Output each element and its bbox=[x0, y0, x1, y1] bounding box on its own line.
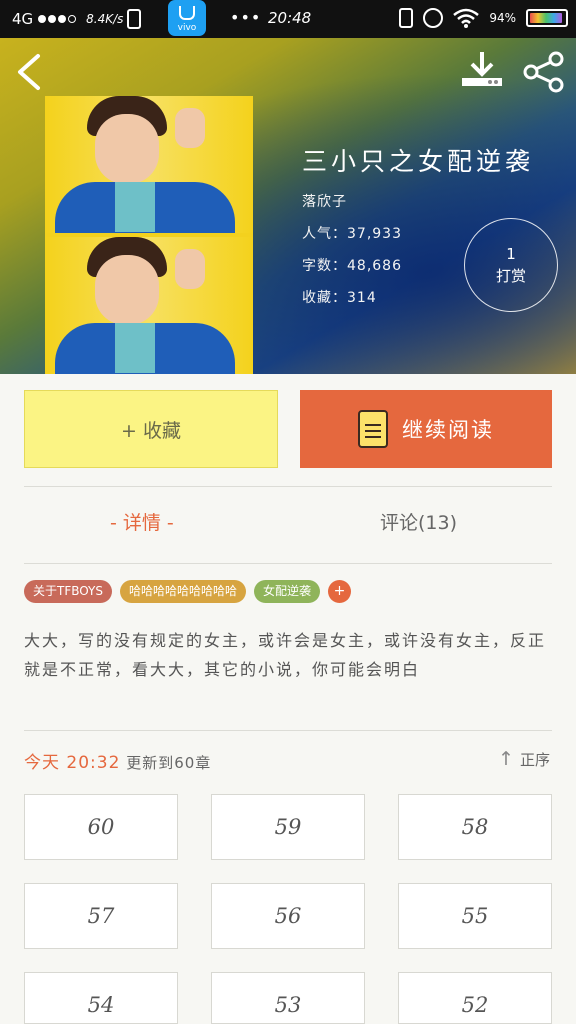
clock: 20:48 bbox=[268, 9, 312, 27]
divider bbox=[24, 486, 552, 487]
tab-comments[interactable]: 评论(13) bbox=[380, 508, 457, 540]
chapter-button[interactable]: 57 bbox=[24, 883, 178, 949]
book-description: 大大，写的没有规定的女主，或许会是女主，或许没有女主，反正就是不正常，看大大，其… bbox=[24, 631, 547, 679]
update-info: 今天 20:32 更新到60章 bbox=[24, 748, 211, 773]
charging-icon bbox=[399, 8, 414, 28]
reward-label: 打赏 bbox=[495, 267, 526, 285]
chevron-left-icon bbox=[18, 54, 40, 90]
chapter-button[interactable]: 58 bbox=[398, 794, 552, 860]
tag-item[interactable]: 女配逆袭 bbox=[254, 580, 321, 603]
tag-item[interactable]: 关于TFBOYS bbox=[24, 580, 112, 603]
sort-label: 正序 bbox=[519, 750, 550, 769]
update-time: 今天 20:32 bbox=[24, 753, 121, 773]
favorites-row: 收藏：314 bbox=[302, 290, 377, 306]
book-title: 三小只之女配逆袭 bbox=[302, 147, 535, 176]
chapter-button[interactable]: 56 bbox=[211, 883, 365, 949]
chapter-button[interactable]: 55 bbox=[398, 883, 552, 949]
download-icon bbox=[462, 52, 502, 86]
battery-icon bbox=[526, 9, 568, 27]
update-text: 更新到60章 bbox=[126, 754, 212, 772]
reward-count: 1 bbox=[506, 245, 516, 263]
continue-reading-button[interactable]: 继续阅读 bbox=[300, 390, 552, 468]
book-header: 三小只之女配逆袭 落欣子 人气：37,933 字数：48,686 收藏：314 … bbox=[0, 38, 576, 374]
status-right: 94% bbox=[399, 8, 568, 28]
continue-reading-label: 继续阅读 bbox=[402, 418, 494, 442]
popularity-row: 人气：37,933 bbox=[302, 226, 402, 242]
chapter-button[interactable]: 60 bbox=[24, 794, 178, 860]
chapter-button[interactable]: 59 bbox=[211, 794, 365, 860]
share-button[interactable] bbox=[522, 50, 566, 94]
alarm-icon bbox=[423, 8, 444, 28]
book-meta: 落欣子 人气：37,933 字数：48,686 收藏：314 bbox=[302, 186, 402, 314]
reward-button[interactable]: 1 打赏 bbox=[464, 218, 558, 312]
more-notifications-icon: ••• bbox=[230, 8, 262, 27]
book-cover-image bbox=[45, 96, 253, 374]
notification-icon bbox=[127, 9, 142, 29]
add-tag-button[interactable]: + bbox=[328, 580, 352, 603]
book-icon bbox=[358, 410, 388, 448]
divider bbox=[24, 563, 552, 564]
wifi-icon bbox=[453, 8, 480, 28]
tab-details[interactable]: - 详情 - bbox=[110, 508, 174, 540]
favorites-button-label: + 收藏 bbox=[121, 419, 181, 442]
word-count-row: 字数：48,686 bbox=[302, 258, 402, 274]
divider bbox=[24, 730, 552, 731]
chapter-button[interactable]: 54 bbox=[24, 972, 178, 1024]
share-icon bbox=[523, 51, 564, 93]
tag-item[interactable]: 哈哈哈哈哈哈哈哈哈 bbox=[120, 580, 247, 603]
status-bar: 4G 8.4K/s vivo ••• 20:48 94% bbox=[0, 0, 576, 38]
add-to-favorites-button[interactable]: + 收藏 bbox=[24, 390, 278, 468]
status-left: 4G 8.4K/s bbox=[12, 9, 142, 29]
tag-list: 关于TFBOYS 哈哈哈哈哈哈哈哈哈 女配逆袭 + bbox=[24, 580, 352, 603]
chapter-button[interactable]: 53 bbox=[211, 972, 365, 1024]
signal-icon bbox=[38, 15, 77, 23]
battery-percent: 94% bbox=[489, 11, 516, 25]
back-button[interactable] bbox=[14, 52, 48, 92]
author-name: 落欣子 bbox=[302, 194, 347, 210]
arrow-up-icon: ↑ bbox=[498, 748, 514, 770]
chapter-button[interactable]: 52 bbox=[398, 972, 552, 1024]
network-speed: 8.4K/s bbox=[86, 12, 124, 26]
sort-order-button[interactable]: ↑ 正序 bbox=[498, 748, 550, 770]
network-type: 4G bbox=[12, 10, 34, 28]
download-button[interactable] bbox=[460, 50, 504, 90]
vivo-app-icon: vivo bbox=[168, 0, 206, 36]
